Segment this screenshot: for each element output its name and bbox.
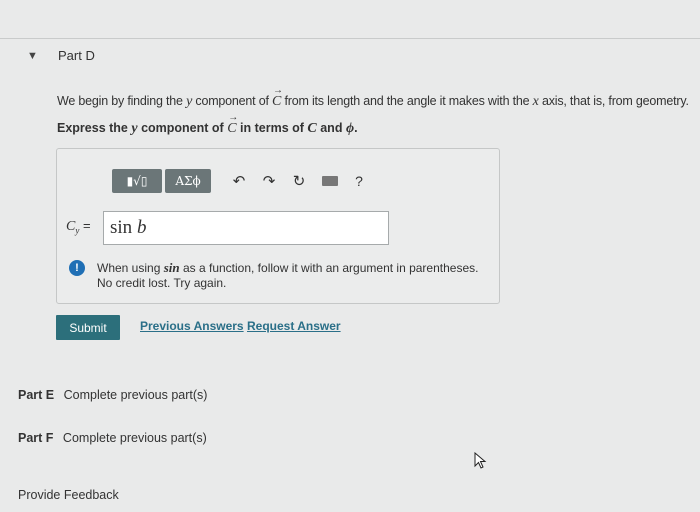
instr-text-d: in terms of: [240, 121, 304, 135]
answer-label-var: C: [66, 219, 76, 234]
warning-icon: !: [69, 260, 85, 276]
instr-text-b: component of: [141, 121, 224, 135]
intro-var-y: y: [186, 94, 193, 109]
feedback-line-2: No credit lost. Try again.: [97, 276, 227, 290]
intro-text-a: We begin by finding the: [57, 94, 183, 108]
previous-answers-link[interactable]: Previous Answers: [140, 319, 244, 333]
answer-func: sin: [110, 217, 133, 238]
reset-icon[interactable]: ↻: [289, 169, 309, 193]
instr-var-phi: ϕ: [345, 121, 355, 136]
part-d-instruction: Express the y component of C in terms of…: [57, 112, 358, 137]
greek-symbols-button[interactable]: ΑΣϕ: [165, 169, 211, 193]
instr-var-c: C: [307, 121, 317, 136]
part-e-status: Complete previous part(s): [63, 388, 208, 402]
keyboard-icon[interactable]: [317, 169, 343, 193]
part-f-row[interactable]: Part F Complete previous part(s): [18, 431, 207, 445]
request-answer-link[interactable]: Request Answer: [247, 319, 341, 333]
intro-vector-c: C: [272, 85, 283, 110]
undo-icon[interactable]: ↶: [229, 169, 249, 193]
instr-text-e: and: [320, 121, 343, 135]
instr-period: .: [354, 121, 358, 135]
part-f-label: Part F: [18, 431, 54, 445]
instr-text-a: Express the: [57, 121, 128, 135]
mouse-cursor-icon: [474, 452, 487, 469]
templates-button[interactable]: ▮√▯: [112, 169, 162, 193]
feedback-text-a: When using: [97, 261, 161, 275]
submit-button[interactable]: Submit: [56, 315, 120, 340]
intro-text-e: axis, that is, from geometry.: [541, 94, 689, 108]
math-toolbar: ▮√▯ ΑΣϕ ↶ ↷ ↻ ?: [112, 168, 369, 194]
part-e-row[interactable]: Part E Complete previous part(s): [18, 388, 207, 402]
part-f-status: Complete previous part(s): [62, 431, 207, 445]
answer-label-equals: =: [79, 218, 91, 233]
intro-var-x: x: [532, 94, 539, 109]
feedback-code: sin: [163, 260, 180, 275]
intro-text-b: component of: [195, 94, 269, 108]
section-divider: [0, 38, 700, 39]
part-d-title[interactable]: Part D: [58, 48, 95, 63]
provide-feedback-link[interactable]: Provide Feedback: [18, 488, 119, 502]
intro-text-d: from its length and the angle it makes w…: [284, 94, 530, 108]
answer-arg: b: [136, 217, 147, 238]
instr-var-y: y: [131, 121, 138, 136]
part-d-intro: We begin by finding the y component of C…: [57, 85, 697, 110]
help-button[interactable]: ?: [349, 169, 369, 193]
instr-vector-c: C: [227, 112, 238, 137]
redo-icon[interactable]: ↷: [259, 169, 279, 193]
answer-label: Cy =: [66, 218, 91, 236]
feedback-text-b: as a function, follow it with an argumen…: [182, 261, 479, 275]
collapse-arrow-icon[interactable]: ▼: [27, 50, 38, 62]
answer-input[interactable]: sin b: [103, 211, 389, 245]
part-e-label: Part E: [18, 388, 55, 402]
feedback-line-1: When using sin as a function, follow it …: [97, 260, 478, 276]
